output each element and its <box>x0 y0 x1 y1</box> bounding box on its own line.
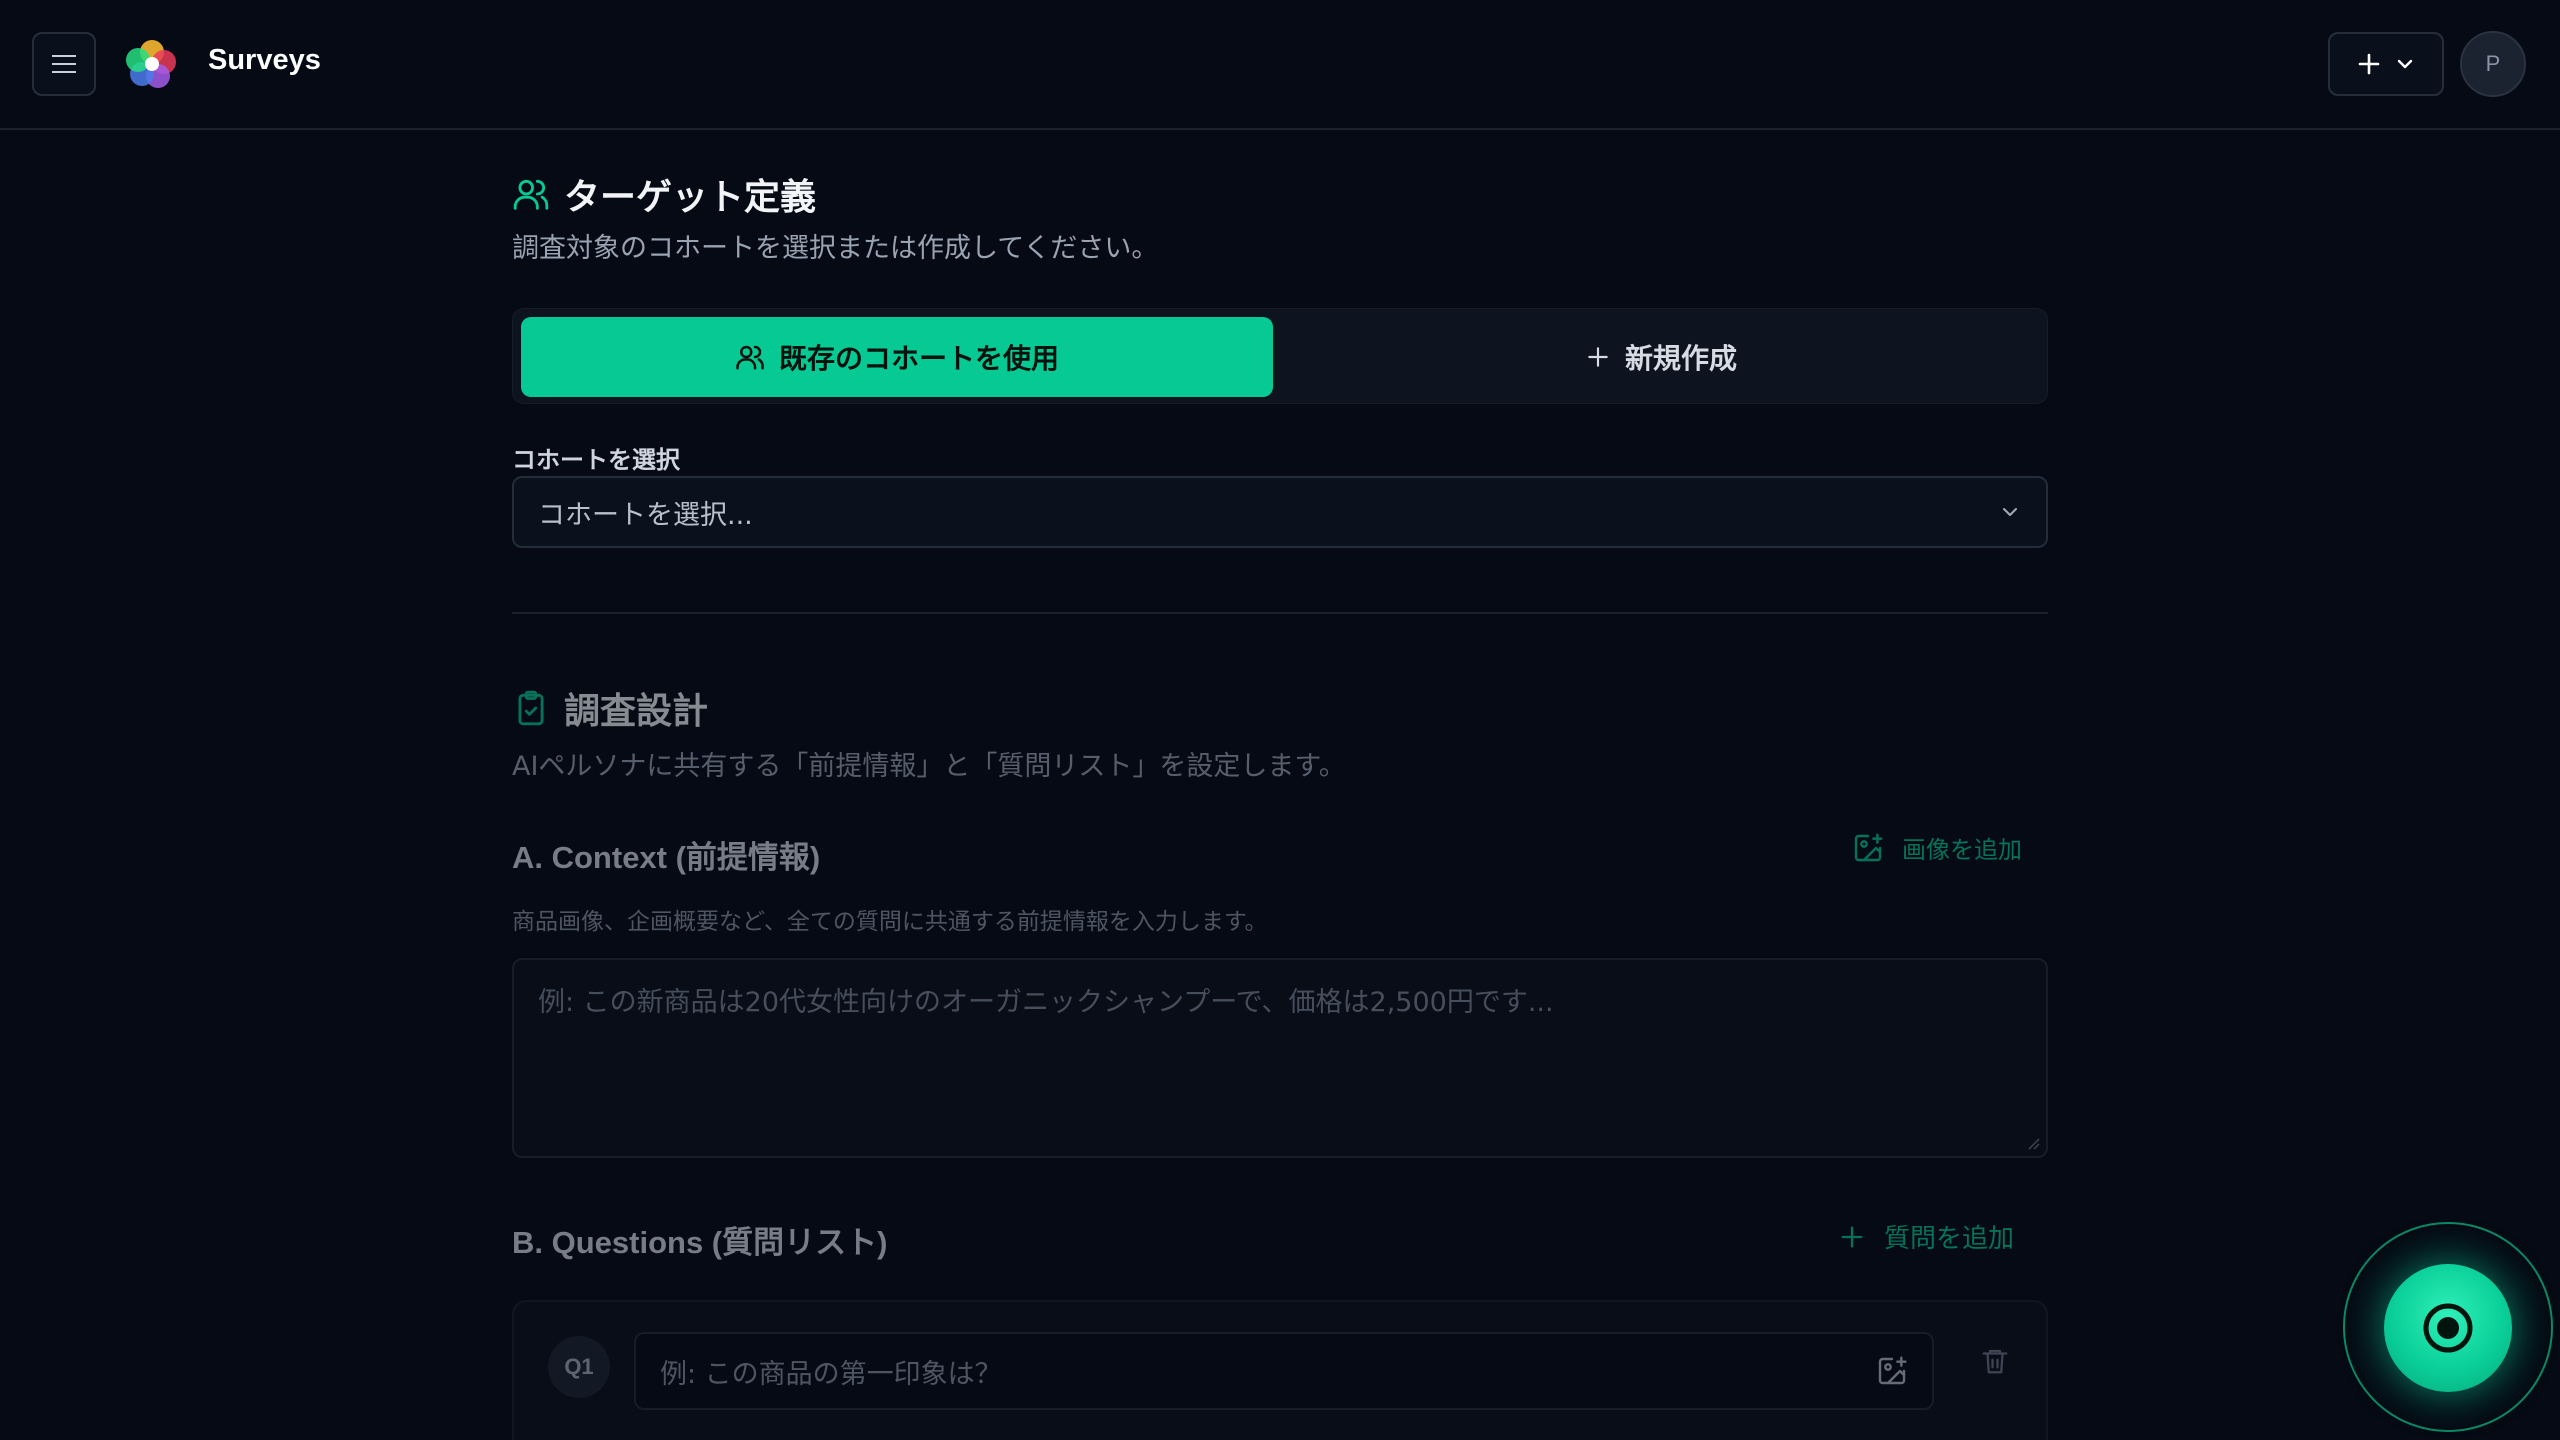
chevron-down-icon <box>2397 59 2413 69</box>
question-card: Q1 例: この商品の第一印象は？ <box>512 1300 2048 1440</box>
question-input[interactable]: 例: この商品の第一印象は？ <box>634 1332 1934 1410</box>
target-section-header: ターゲット定義 <box>512 168 816 220</box>
target-section-title: ターゲット定義 <box>564 177 817 218</box>
cohort-select-placeholder: コホートを選択... <box>538 499 753 531</box>
menu-button[interactable] <box>32 32 96 96</box>
add-question-button[interactable]: 質問を追加 <box>1838 1218 2014 1255</box>
questions-title: B. Questions (質問リスト) <box>512 1225 888 1260</box>
users-icon <box>736 345 764 370</box>
context-description: 商品画像、企画概要など、全ての質問に共通する前提情報を入力します。 <box>512 909 1268 935</box>
cohort-mode-toggle: 既存のコホートを使用 新規作成 <box>512 308 2048 404</box>
trash-icon[interactable] <box>1980 1346 2010 1376</box>
use-existing-cohort-label: 既存のコホートを使用 <box>778 342 1059 375</box>
design-section-header: 調査設計 <box>512 682 708 734</box>
add-image-button[interactable]: 画像を追加 <box>1852 830 2022 865</box>
image-plus-icon <box>1854 832 1883 861</box>
add-image-label: 画像を追加 <box>1902 836 2022 864</box>
create-new-cohort-label: 新規作成 <box>1624 342 1737 375</box>
plus-icon <box>2358 53 2380 75</box>
question-input-placeholder: 例: この商品の第一印象は？ <box>660 1358 1002 1390</box>
design-section-description: AIペルソナに共有する「前提情報」と「質問リスト」を設定します。 <box>512 751 1346 782</box>
hamburger-icon <box>52 55 76 73</box>
section-divider <box>512 612 2048 614</box>
cohort-field-label: コホートを選択 <box>512 446 680 474</box>
resize-grip-icon[interactable] <box>2024 1134 2040 1150</box>
record-icon <box>2423 1303 2473 1353</box>
users-icon <box>513 179 549 210</box>
clipboard-check-icon <box>518 690 544 726</box>
target-section-description: 調査対象のコホートを選択または作成してください。 <box>512 233 1159 264</box>
chevron-down-icon <box>2003 508 2017 516</box>
assistant-fab-button[interactable] <box>2384 1264 2512 1392</box>
context-textarea[interactable]: 例: この新商品は20代女性向けのオーガニックシャンプーで、価格は2,500円で… <box>512 958 2048 1158</box>
app-logo-icon <box>126 40 176 88</box>
context-title: A. Context (前提情報) <box>512 840 821 875</box>
top-header: Surveys P <box>0 0 2560 130</box>
context-placeholder: 例: この新商品は20代女性向けのオーガニックシャンプーで、価格は2,500円で… <box>538 987 1554 1018</box>
add-question-label: 質問を追加 <box>1884 1224 2015 1254</box>
create-menu-button[interactable] <box>2328 32 2444 96</box>
image-plus-icon[interactable] <box>1876 1355 1908 1387</box>
cohort-select[interactable]: コホートを選択... <box>512 476 2048 548</box>
question-number-badge: Q1 <box>548 1336 610 1398</box>
use-existing-cohort-tab[interactable]: 既存のコホートを使用 <box>521 317 1273 397</box>
plus-icon <box>1841 1226 1863 1247</box>
plus-icon <box>1588 347 1608 367</box>
app-title: Surveys <box>208 44 321 76</box>
create-new-cohort-tab[interactable]: 新規作成 <box>1281 317 2041 397</box>
user-avatar[interactable]: P <box>2460 31 2526 97</box>
design-section-title: 調査設計 <box>564 691 709 732</box>
